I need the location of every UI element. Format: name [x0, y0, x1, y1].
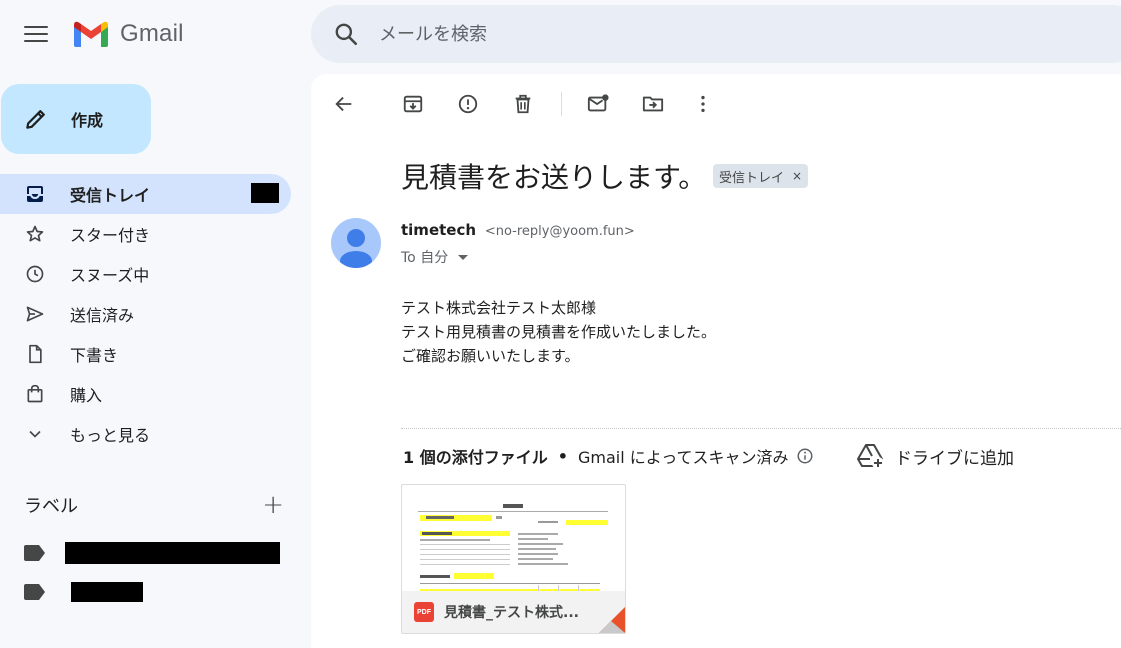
label-item[interactable] [24, 582, 143, 602]
more-options-button[interactable] [691, 92, 715, 116]
star-icon [24, 223, 46, 245]
message-panel: 見積書をお送りします。 受信トレイ × timetech <no-reply@y… [311, 74, 1121, 648]
sidebar-nav: 受信トレイ スター付き スヌーズ中 送信済み 下書き 購入 もっと見る [0, 174, 300, 454]
body-line: ご確認お願いいたします。 [401, 347, 580, 365]
shopping-bag-icon [24, 383, 46, 405]
sidebar-item-snoozed[interactable]: スヌーズ中 [0, 254, 291, 294]
sidebar-item-label: もっと見る [70, 426, 151, 445]
recipient-toggle[interactable]: To 自分 [401, 247, 469, 267]
person-icon [340, 229, 372, 268]
caret-down-icon [458, 254, 469, 260]
add-to-drive-button[interactable]: ドライブに追加 [857, 442, 1014, 470]
sidebar-item-label: スヌーズ中 [70, 266, 150, 285]
arrow-back-icon [335, 96, 352, 112]
label-tag-icon [24, 545, 45, 561]
archive-button[interactable] [401, 92, 425, 116]
drive-label: ドライブに追加 [895, 448, 1014, 469]
compose-button[interactable]: 作成 [1, 84, 151, 154]
sidebar-item-drafts[interactable]: 下書き [0, 334, 291, 374]
back-button[interactable] [332, 92, 356, 116]
gmail-m-icon [74, 21, 108, 47]
labels-title: ラベル [24, 496, 78, 517]
recipient-label: To 自分 [401, 250, 449, 266]
more-vert-icon [701, 95, 705, 113]
scan-status: Gmail によってスキャン済み [577, 448, 789, 467]
sidebar-item-more[interactable]: もっと見る [0, 414, 291, 454]
sender-info: timetech <no-reply@yoom.fun> [401, 221, 635, 239]
mark-unread-button[interactable] [586, 92, 610, 116]
sender-name[interactable]: timetech [401, 221, 476, 239]
attachments-divider [401, 428, 1121, 429]
pdf-file-icon: PDF [414, 602, 434, 622]
separator-dot: • [557, 446, 568, 466]
attachment-card[interactable]: PDF 見積書_テスト株式... [401, 484, 626, 634]
label-name-redacted [65, 542, 280, 564]
email-subject: 見積書をお送りします。 [401, 161, 707, 194]
inbox-icon [24, 183, 46, 205]
inbox-label-badge[interactable]: 受信トレイ × [713, 164, 809, 188]
mark-unread-icon [587, 94, 609, 112]
report-spam-button[interactable] [456, 92, 480, 116]
compose-label: 作成 [71, 111, 104, 130]
sender-address: <no-reply@yoom.fun> [484, 224, 635, 239]
sidebar-item-purchases[interactable]: 購入 [0, 374, 291, 414]
sidebar-item-label: 送信済み [70, 306, 135, 325]
label-tag-icon [24, 584, 45, 600]
attachment-count: 1 個の添付ファイル [403, 448, 548, 467]
gmail-logo[interactable]: Gmail [72, 20, 184, 48]
sidebar-item-inbox[interactable]: 受信トレイ [0, 174, 291, 214]
add-label-button[interactable]: + [262, 492, 284, 518]
info-icon[interactable] [796, 447, 814, 465]
send-icon [24, 303, 46, 325]
delete-button[interactable] [511, 92, 535, 116]
badge-label: 受信トレイ [719, 170, 785, 186]
drive-add-icon [857, 444, 884, 469]
label-name-redacted [71, 582, 143, 602]
sidebar-item-label: 下書き [70, 346, 119, 365]
remove-label-button[interactable]: × [792, 169, 802, 183]
search-input[interactable] [379, 23, 979, 45]
sender-avatar[interactable] [331, 218, 381, 268]
pencil-icon [26, 110, 45, 129]
move-to-folder-icon [642, 96, 664, 112]
draft-icon [24, 343, 46, 365]
chevron-down-icon [24, 423, 46, 445]
page-fold-icon [599, 607, 625, 633]
label-item[interactable] [24, 542, 280, 564]
labels-header: ラベル + [24, 492, 284, 518]
report-icon [458, 94, 478, 114]
attachments-header: 1 個の添付ファイル • Gmail によってスキャン済み [403, 444, 814, 468]
app-name: Gmail [120, 20, 184, 47]
email-body: テスト株式会社テスト太郎様 テスト用見積書の見積書を作成いたしました。 ご確認お… [401, 296, 716, 368]
archive-icon [403, 95, 423, 113]
sidebar-item-label: スター付き [70, 226, 151, 245]
sidebar-item-starred[interactable]: スター付き [0, 214, 291, 254]
clock-icon [24, 263, 46, 285]
attachment-footer: PDF 見積書_テスト株式... [402, 591, 625, 633]
search-icon[interactable] [333, 21, 359, 47]
body-line: テスト用見積書の見積書を作成いたしました。 [401, 323, 717, 341]
sidebar-item-sent[interactable]: 送信済み [0, 294, 291, 334]
message-toolbar [311, 92, 811, 118]
sidebar-item-label: 受信トレイ [70, 186, 151, 205]
sidebar-item-label: 購入 [70, 386, 103, 405]
body-line: テスト株式会社テスト太郎様 [401, 299, 597, 317]
move-to-button[interactable] [641, 92, 665, 116]
toolbar-divider [561, 92, 562, 116]
attachment-file-name: 見積書_テスト株式... [444, 605, 579, 621]
search-bar[interactable] [311, 5, 1121, 63]
unread-count-redacted [251, 183, 279, 203]
trash-icon [515, 94, 531, 114]
main-menu-button[interactable] [24, 26, 48, 44]
